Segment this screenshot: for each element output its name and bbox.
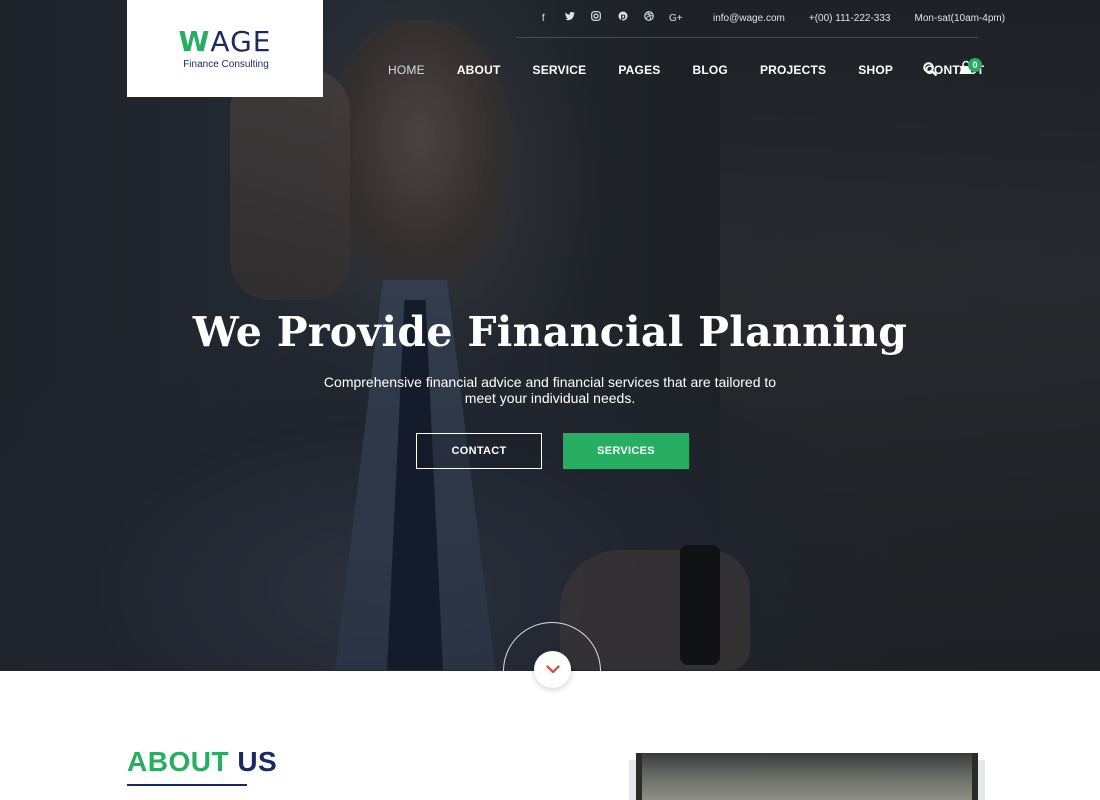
twitter-icon[interactable] <box>557 0 584 38</box>
hero-subtitle: Comprehensive financial advice and finan… <box>323 374 777 406</box>
main-nav: HOME ABOUT SERVICE PAGES BLOG PROJECTS S… <box>372 58 1000 82</box>
about-heading-strong: US <box>237 746 278 777</box>
search-icon[interactable] <box>923 62 939 78</box>
nav-projects[interactable]: PROJECTS <box>744 63 842 77</box>
svg-text:p: p <box>620 11 626 20</box>
site-logo[interactable]: WAGE Finance Consulting <box>127 0 323 97</box>
phone-text: +(00) 111-222-333 <box>808 13 891 24</box>
logo-w: W <box>178 25 211 58</box>
nav-service[interactable]: SERVICE <box>516 63 602 77</box>
nav-home[interactable]: HOME <box>372 63 441 77</box>
about-heading-light: ABOUT <box>127 746 230 777</box>
services-button[interactable]: SERVICES <box>563 433 689 469</box>
about-heading: ABOUT US <box>127 746 277 778</box>
social-links: f p G+ <box>530 0 689 38</box>
instagram-icon[interactable] <box>583 0 610 38</box>
nav-shop[interactable]: SHOP <box>842 63 909 77</box>
nav-about[interactable]: ABOUT <box>441 63 517 77</box>
google-plus-icon[interactable]: G+ <box>663 0 690 38</box>
top-bar: f p G+ info@wage.com +(00) 111-222-333 M… <box>516 0 1005 38</box>
about-underline <box>127 784 247 786</box>
hero-title: We Provide Financial Planning <box>192 308 908 356</box>
nav-pages[interactable]: PAGES <box>602 63 676 77</box>
logo-wordmark: WAGE <box>179 27 272 57</box>
chevron-down-icon <box>545 661 560 679</box>
contact-info: info@wage.com +(00) 111-222-333 Mon-sat(… <box>713 13 1005 24</box>
logo-text: AGE <box>210 25 272 58</box>
cart-count-badge: 0 <box>968 58 982 72</box>
contact-button[interactable]: CONTACT <box>416 433 542 469</box>
scroll-down-button[interactable] <box>534 651 571 688</box>
dribbble-icon[interactable] <box>636 0 663 38</box>
email-text[interactable]: info@wage.com <box>713 13 785 24</box>
hours-text: Mon-sat(10am-4pm) <box>914 13 1006 24</box>
facebook-icon[interactable]: f <box>530 0 557 38</box>
pinterest-icon[interactable]: p <box>610 0 637 38</box>
nav-blog[interactable]: BLOG <box>676 63 743 77</box>
about-image <box>636 753 978 800</box>
logo-tagline: Finance Consulting <box>183 59 269 70</box>
